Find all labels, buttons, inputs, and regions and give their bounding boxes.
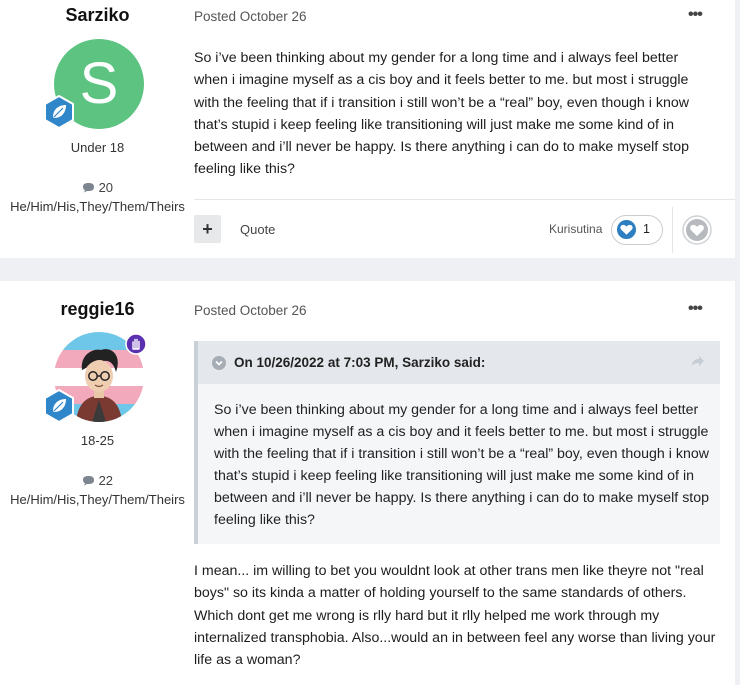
reaction-count: 1	[643, 222, 650, 236]
author-username[interactable]: reggie16	[0, 299, 195, 320]
more-options-icon[interactable]: •••	[688, 6, 703, 24]
quote-button[interactable]: Quote	[240, 222, 275, 237]
leaf-badge-icon	[42, 389, 76, 423]
author-age-group: 18-25	[80, 433, 115, 448]
comment-icon	[82, 476, 94, 486]
forum-post: Sarziko S Under 18 20 He/Him/His,They/Th…	[0, 0, 735, 258]
leaf-badge-icon	[42, 95, 76, 129]
quote-body: So i’ve been thinking about my gender fo…	[214, 402, 710, 528]
post-body: So i’ve been thinking about my gender fo…	[194, 50, 690, 178]
avatar-letter: S	[80, 51, 119, 116]
author-username[interactable]: Sarziko	[0, 5, 195, 26]
post-count-value: 22	[98, 473, 114, 488]
author-age-group: Under 18	[70, 140, 125, 155]
reactor-name[interactable]: Kurisutina	[549, 222, 602, 236]
quote-citation[interactable]: On 10/26/2022 at 7:03 PM, Sarziko said:	[234, 355, 485, 370]
post-count: 20	[10, 180, 185, 195]
post-date-link[interactable]: Posted October 26	[194, 303, 307, 318]
post-body: I mean... im willing to bet you wouldnt …	[194, 563, 716, 669]
heart-reaction-icon	[616, 219, 637, 240]
hand-badge-icon	[125, 333, 147, 355]
more-options-icon[interactable]: •••	[688, 300, 703, 318]
quote-block: On 10/26/2022 at 7:03 PM, Sarziko said: …	[194, 341, 720, 544]
post-controls: + Quote Kurisutina 1	[194, 199, 735, 259]
post-count-value: 20	[98, 180, 114, 195]
forum-post: reggie16 18-25 22 He/Him/His,They/Them/T…	[0, 281, 735, 685]
author-pronouns: He/Him/His,They/Them/Theirs	[10, 199, 185, 214]
multiquote-button[interactable]: +	[194, 215, 221, 243]
comment-icon	[82, 183, 94, 193]
like-heart-icon[interactable]	[682, 215, 712, 245]
quote-header: On 10/26/2022 at 7:03 PM, Sarziko said:	[198, 341, 720, 384]
share-arrow-icon[interactable]	[690, 353, 706, 369]
divider	[672, 207, 673, 253]
reaction-count-button[interactable]: 1	[611, 215, 663, 245]
author-pronouns: He/Him/His,They/Them/Theirs	[10, 492, 185, 507]
collapse-quote-icon[interactable]	[212, 356, 226, 370]
post-count: 22	[10, 473, 185, 488]
post-date-link[interactable]: Posted October 26	[194, 9, 307, 24]
